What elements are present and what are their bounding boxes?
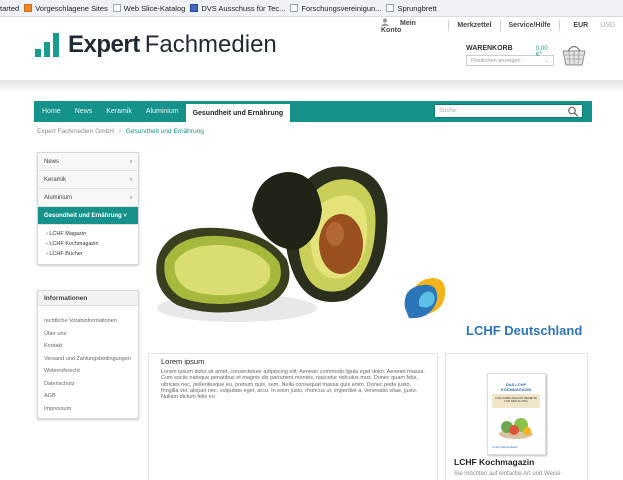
bookmark-forschung[interactable]: Forschungsvereinigun... [290, 4, 381, 13]
site-logo[interactable]: Expert Fachmedien [35, 33, 277, 57]
bookmark-orange-icon [24, 4, 33, 12]
info-link-datenschutz[interactable]: Datenschutz [38, 381, 138, 388]
subitem-lchf-buecher[interactable]: › LCHF Bücher [38, 249, 138, 259]
sidebar-item-aluminium[interactable]: Aluminium › [38, 189, 138, 207]
magazine-cover-image[interactable]: DAS LCHF KOCHMAGAZIN LOW CARB HIGH FAT R… [487, 373, 546, 455]
info-link-widerruf[interactable]: Widerrufsrecht [38, 368, 138, 375]
header-divider [0, 80, 623, 90]
sidebar-item-news[interactable]: News › [38, 153, 138, 171]
logo-word-fachmedien: Fachmedien [144, 31, 277, 58]
cover-footer: LCHF Deutschland [492, 445, 518, 449]
service-link[interactable]: Service/Hilfe [500, 22, 558, 29]
bookmark-dvs[interactable]: DVS Ausschuss für Tec... [190, 4, 285, 13]
info-link-kontakt[interactable]: Kontakt [38, 343, 138, 350]
sidebar-item-keramik[interactable]: Keramik › [38, 171, 138, 189]
info-link-impressum[interactable]: Impressum [38, 406, 138, 413]
cover-title: DAS LCHF KOCHMAGAZIN [500, 382, 532, 392]
nav-keramik[interactable]: Keramik [99, 101, 139, 122]
user-icon [381, 18, 389, 26]
search-input[interactable]: Suche: [434, 104, 583, 118]
nav-gesundheit[interactable]: Gesundheit und Ernährung [185, 104, 291, 122]
bookmarks-bar: tarted Vorgeschlagene Sites Web Slice-Ka… [0, 0, 623, 17]
subcategory-list: › LCHF Magazin › LCHF Kochmagazin › LCHF… [38, 225, 138, 264]
breadcrumb-current[interactable]: Gesundheit und Ernährung [126, 128, 204, 135]
currency-usd[interactable]: USD [596, 22, 623, 29]
logo-bars-icon [35, 33, 59, 57]
product-card[interactable]: DAS LCHF KOCHMAGAZIN LOW CARB HIGH FAT R… [445, 353, 588, 480]
lchf-logo-icon [404, 278, 446, 319]
breadcrumb-separator: › [118, 128, 121, 135]
breadcrumb-root[interactable]: Expert Fachmedien GmbH [37, 128, 114, 135]
product-description: Sie möchten auf einfache Art und Weise [454, 471, 561, 477]
bookmark-sprungbrett[interactable]: Sprungbrett [386, 4, 437, 13]
cart-widget[interactable]: WARENKORB 0,00 €* Positionen anzeigen ⌄ [466, 45, 554, 66]
currency-eur[interactable]: EUR [559, 22, 596, 29]
bookmark-vorgeschlagene-sites[interactable]: Vorgeschlagene Sites [24, 4, 108, 13]
chevron-down-icon: ⌄ [544, 57, 549, 64]
article-title: Lorem ipsum [161, 357, 205, 366]
dvs-logo-icon [190, 4, 199, 12]
vegetables-icon [499, 418, 533, 439]
subitem-lchf-kochmagazin[interactable]: › LCHF Kochmagazin [38, 239, 138, 249]
subitem-lchf-magazin[interactable]: › LCHF Magazin [38, 229, 138, 239]
page-icon [290, 4, 299, 12]
account-nav: Mein Konto Merkzettel Service/Hilfe EUR … [373, 18, 623, 34]
lchf-deutschland-brand: LCHF Deutschland [466, 323, 583, 338]
category-sidebar: News › Keramik › Aluminium › Gesundheit und… [37, 152, 139, 265]
breadcrumb: Expert Fachmedien GmbH › Gesundheit und … [37, 128, 204, 135]
info-box: Informationen rechtliche Vorabinformatio… [37, 290, 139, 419]
sidebar-item-gesundheit[interactable]: Gesundheit und Ernährung ˅ [38, 207, 138, 225]
bookmark-started[interactable]: tarted [0, 4, 19, 13]
mein-konto-link[interactable]: Mein Konto [373, 18, 448, 34]
chevron-right-icon: › [130, 158, 132, 165]
product-title[interactable]: LCHF Kochmagazin [454, 457, 534, 467]
article-teaser: Lorem ipsum Lorem ipsum dolor sit amet, … [148, 353, 438, 480]
info-link-versand[interactable]: Versand und Zahlungsbedingungen [38, 356, 138, 363]
search-icon[interactable] [567, 106, 579, 117]
shopping-basket-icon[interactable] [560, 41, 588, 69]
info-link-agb[interactable]: AGB [38, 393, 138, 400]
info-link-ueber-uns[interactable]: Über uns [38, 331, 138, 338]
info-link-vorab[interactable]: rechtliche Vorabinformationen [38, 318, 138, 325]
chevron-right-icon: › [130, 194, 132, 201]
nav-aluminium[interactable]: Aluminium [139, 101, 186, 122]
cover-subtitle: LOW CARB HIGH FAT REZEPTE FÜR DEN ALLTAG [494, 396, 537, 404]
bookmark-web-slice[interactable]: Web Slice-Katalog [112, 4, 185, 13]
nav-news[interactable]: News [68, 101, 100, 122]
page-icon [386, 4, 395, 12]
hero-avocado-image [156, 166, 446, 322]
cart-amount: 0,00 €* [536, 46, 548, 58]
info-title: Informationen [38, 291, 138, 306]
article-body: Lorem ipsum dolor sit amet, consectetuer… [161, 369, 425, 401]
chevron-down-icon: ˅ [123, 212, 127, 219]
nav-home[interactable]: Home [34, 101, 68, 122]
logo-word-expert: Expert [68, 31, 140, 58]
chevron-right-icon: › [130, 176, 132, 183]
merkzettel-link[interactable]: Merkzettel [449, 22, 499, 29]
page-icon [112, 4, 121, 12]
